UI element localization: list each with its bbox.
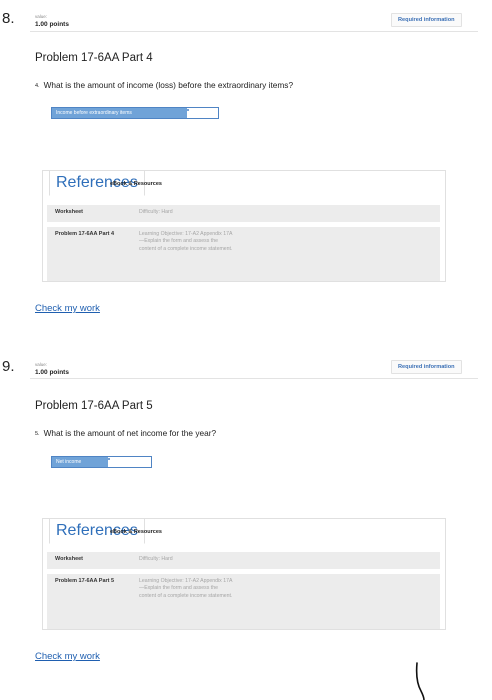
question-text: 4. What is the amount of income (loss) be… [35,80,293,90]
question-prompt: What is the amount of income (loss) befo… [43,80,294,90]
value-label: value: [35,14,48,19]
pen-stroke-mark [415,662,425,700]
worksheet-label: Worksheet [55,209,84,215]
learning-objective-text: Learning Objective: 17-A2 Appendix 17A—E… [139,231,233,252]
check-my-work-link[interactable]: Check my work [35,651,100,662]
answer-field: Net income [51,456,152,468]
question-part-number: 5. [35,431,40,437]
tab-ebook-resources[interactable]: eBook & Resources [110,529,162,535]
value-label: value: [35,362,48,367]
references-panel: References eBook & Resources Worksheet D… [42,518,446,630]
problem-title: Problem 17-6AA Part 5 [35,400,153,412]
answer-field-label: Net income [52,457,108,467]
points-label: 1.00 points [35,21,69,28]
problem-reference-label: Problem 17-6AA Part 5 [55,578,115,584]
problem-reference-row: Problem 17-6AA Part 4 Learning Objective… [47,227,440,281]
problem-reference-label: Problem 17-6AA Part 4 [55,231,115,237]
question-number: 9. [2,358,15,375]
net-income-input[interactable] [108,457,151,467]
check-my-work-link[interactable]: Check my work [35,303,100,314]
tab-ebook-resources[interactable]: eBook & Resources [110,181,162,187]
required-information-button[interactable]: Required information [391,360,462,374]
problem-title: Problem 17-6AA Part 4 [35,52,153,64]
header-divider [30,31,478,32]
question-number: 8. [2,10,15,27]
worksheet-label: Worksheet [55,556,84,562]
references-panel: References eBook & Resources Worksheet D… [42,170,446,282]
required-information-button[interactable]: Required information [391,13,462,27]
answer-field-label: Income before extraordinary items [52,108,187,118]
worksheet-row: Worksheet Difficulty: Hard [47,205,440,222]
header-divider [30,378,478,379]
income-before-extraordinary-input[interactable] [187,108,218,118]
question-text: 5. What is the amount of net income for t… [35,428,216,438]
points-label: 1.00 points [35,369,69,376]
question-prompt: What is the amount of net income for the… [43,428,217,438]
difficulty-text: Difficulty: Hard [139,556,173,562]
difficulty-text: Difficulty: Hard [139,209,173,215]
worksheet-row: Worksheet Difficulty: Hard [47,552,440,569]
problem-reference-row: Problem 17-6AA Part 5 Learning Objective… [47,574,440,629]
answer-field: Income before extraordinary items [51,107,219,119]
question-part-number: 4. [35,83,40,89]
learning-objective-text: Learning Objective: 17-A2 Appendix 17A—E… [139,578,233,599]
